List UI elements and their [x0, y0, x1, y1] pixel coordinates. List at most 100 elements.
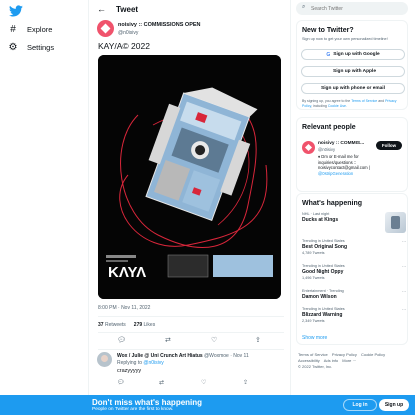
login-button[interactable]: Log in: [343, 399, 377, 411]
avatar[interactable]: [302, 141, 315, 154]
like-icon[interactable]: ♡: [201, 379, 206, 386]
left-nav: # Explore ⚙ Settings: [0, 0, 90, 395]
footer-link[interactable]: Ads info: [324, 358, 338, 363]
person-bio: ♦ Dm or E-mail me for inquiries/question…: [318, 154, 403, 176]
divider: [98, 349, 284, 350]
trend-item[interactable]: Trending in United States Good Night Opp…: [302, 264, 406, 280]
retweets-stat[interactable]: 37 Retweets: [98, 322, 126, 328]
terms-link[interactable]: Terms of Service: [351, 99, 377, 103]
signup-google-button[interactable]: G Sign up with Google: [301, 49, 405, 60]
more-icon[interactable]: ···: [402, 264, 406, 269]
replying-to-prefix: Replying to: [117, 360, 143, 366]
retweet-icon[interactable]: ⇄: [159, 379, 164, 386]
signup-phone-button[interactable]: Sign up with phone or email: [301, 83, 405, 94]
footer-link[interactable]: Accessibility: [298, 358, 320, 363]
signup-legal-text: By signing up, you agree to the Terms of…: [302, 99, 406, 108]
reply-icon[interactable]: 💬︎: [117, 336, 126, 344]
more-icon[interactable]: ···: [402, 307, 406, 312]
card-title: Relevant people: [302, 124, 356, 131]
trend-title: Best Original Song: [302, 244, 348, 250]
replying-to: Replying to @n0isivy: [117, 360, 164, 366]
reply-tweet[interactable]: Wox / Julie @ Uni Crunch Art Hiatus @Wox…: [97, 352, 287, 392]
trend-context: Entertainment · Trending: [302, 289, 344, 293]
twitter-bird-icon[interactable]: [9, 4, 23, 18]
search-box[interactable]: ⌕: [296, 2, 408, 15]
google-icon: G: [326, 51, 331, 58]
more-icon[interactable]: ···: [402, 239, 406, 244]
trend-item[interactable]: Entertainment · Trending Damon Wilson ··…: [302, 289, 406, 300]
trend-title: Blizzard Warning: [302, 312, 343, 318]
person-handle[interactable]: @n0isivy: [318, 147, 335, 152]
search-icon: ⌕: [302, 4, 306, 10]
nav-explore-label: Explore: [27, 24, 53, 34]
artwork-logo-text: ΚΛΥΛ: [108, 264, 146, 281]
gear-icon: ⚙: [8, 41, 18, 53]
reply-author[interactable]: Wox / Julie @ Uni Crunch Art Hiatus @Wox…: [117, 353, 249, 359]
footer: Terms of Service Privacy Policy Cookie P…: [298, 352, 408, 370]
tweet-timestamp[interactable]: 8:00 PM · Nov 11, 2022: [98, 305, 150, 311]
legal-and: and: [378, 99, 385, 103]
trend-item[interactable]: NHL · Last night Ducks at Kings: [302, 212, 406, 233]
whats-happening-card: What's happening NHL · Last night Ducks …: [296, 193, 408, 345]
card-subtitle: Sign up now to get your own personalized…: [302, 37, 388, 41]
likes-stat[interactable]: 279 Likes: [134, 322, 155, 328]
trend-title: Good Night Oppy: [302, 269, 344, 275]
retweets-count: 37: [98, 322, 104, 328]
follow-button[interactable]: Follow: [376, 141, 402, 150]
cookie-link[interactable]: Cookie Use.: [328, 104, 347, 108]
likes-count: 279: [133, 322, 143, 328]
main-column: ← Tweet noisivy :: COMMISSIONS OPEN @n0i…: [88, 0, 291, 395]
search-input[interactable]: [311, 4, 401, 13]
trend-count: 1,496 Tweets: [302, 276, 325, 280]
trend-context: Trending in United States: [302, 264, 345, 268]
signup-apple-label: Sign up with Apple: [333, 69, 376, 74]
arrow-left-icon[interactable]: ←: [97, 4, 106, 14]
trend-context: Trending in United States: [302, 239, 345, 243]
footer-link[interactable]: More ···: [342, 358, 356, 363]
signup-phone-label: Sign up with phone or email: [321, 86, 385, 91]
signup-apple-button[interactable]: Sign up with Apple: [301, 66, 405, 77]
avatar[interactable]: [97, 352, 112, 367]
signup-google-label: Sign up with Google: [333, 52, 380, 57]
footer-link[interactable]: Cookie Policy: [361, 352, 385, 357]
tweet-media-artwork[interactable]: ΚΛΥΛ: [98, 55, 281, 299]
tweet-author[interactable]: noisivy :: COMMISSIONS OPEN @n0isivy: [97, 20, 287, 38]
footer-link[interactable]: Terms of Service: [298, 352, 328, 357]
retweet-icon[interactable]: ⇄: [165, 336, 171, 344]
author-name[interactable]: noisivy :: COMMISSIONS OPEN: [118, 22, 201, 28]
page-title: Tweet: [116, 5, 139, 14]
banner-title: Don't miss what's happening: [92, 398, 203, 407]
person-name[interactable]: noisivy :: COMMIS...: [318, 141, 364, 146]
like-icon[interactable]: ♡: [211, 336, 217, 344]
retweets-label: Retweets: [104, 322, 126, 328]
bio-link[interactable]: @0stripGeneration: [318, 171, 403, 177]
banner-subtitle: People on Twitter are the first to know.: [92, 407, 174, 412]
trend-item[interactable]: Trending in United States Best Original …: [302, 239, 406, 255]
footer-link[interactable]: Privacy Policy: [332, 352, 357, 357]
nav-settings[interactable]: ⚙ Settings: [8, 41, 55, 53]
share-icon[interactable]: ⇪: [255, 336, 261, 344]
legal-including: , including: [311, 103, 327, 108]
reply-icon[interactable]: 💬︎: [117, 379, 125, 386]
tweet-actions: 💬︎ ⇄ ♡ ⇪: [89, 336, 290, 348]
artwork-image: ΚΛΥΛ: [98, 55, 281, 299]
trend-image: [385, 212, 406, 233]
show-more-link[interactable]: Show more: [302, 335, 327, 341]
tweet-text: KAY/A© 2022: [98, 41, 150, 51]
likes-label: Likes: [143, 322, 156, 328]
trend-context: Trending in United States: [302, 307, 345, 311]
share-icon[interactable]: ⇪: [243, 379, 248, 386]
avatar[interactable]: [97, 20, 114, 37]
signup-button[interactable]: Sign up: [379, 399, 409, 411]
divider: [98, 332, 284, 333]
replying-to-link[interactable]: @n0isivy: [143, 360, 163, 366]
nav-explore[interactable]: # Explore: [8, 24, 53, 35]
card-title: New to Twitter?: [302, 27, 354, 34]
right-sidebar: ⌕ New to Twitter? Sign up now to get you…: [296, 0, 411, 395]
divider: [98, 316, 284, 317]
nav-settings-label: Settings: [27, 42, 55, 52]
author-handle[interactable]: @n0isivy: [118, 30, 138, 36]
trend-item[interactable]: Trending in United States Blizzard Warni…: [302, 307, 406, 323]
new-to-twitter-card: New to Twitter? Sign up now to get your …: [296, 20, 408, 110]
more-icon[interactable]: ···: [402, 289, 406, 294]
